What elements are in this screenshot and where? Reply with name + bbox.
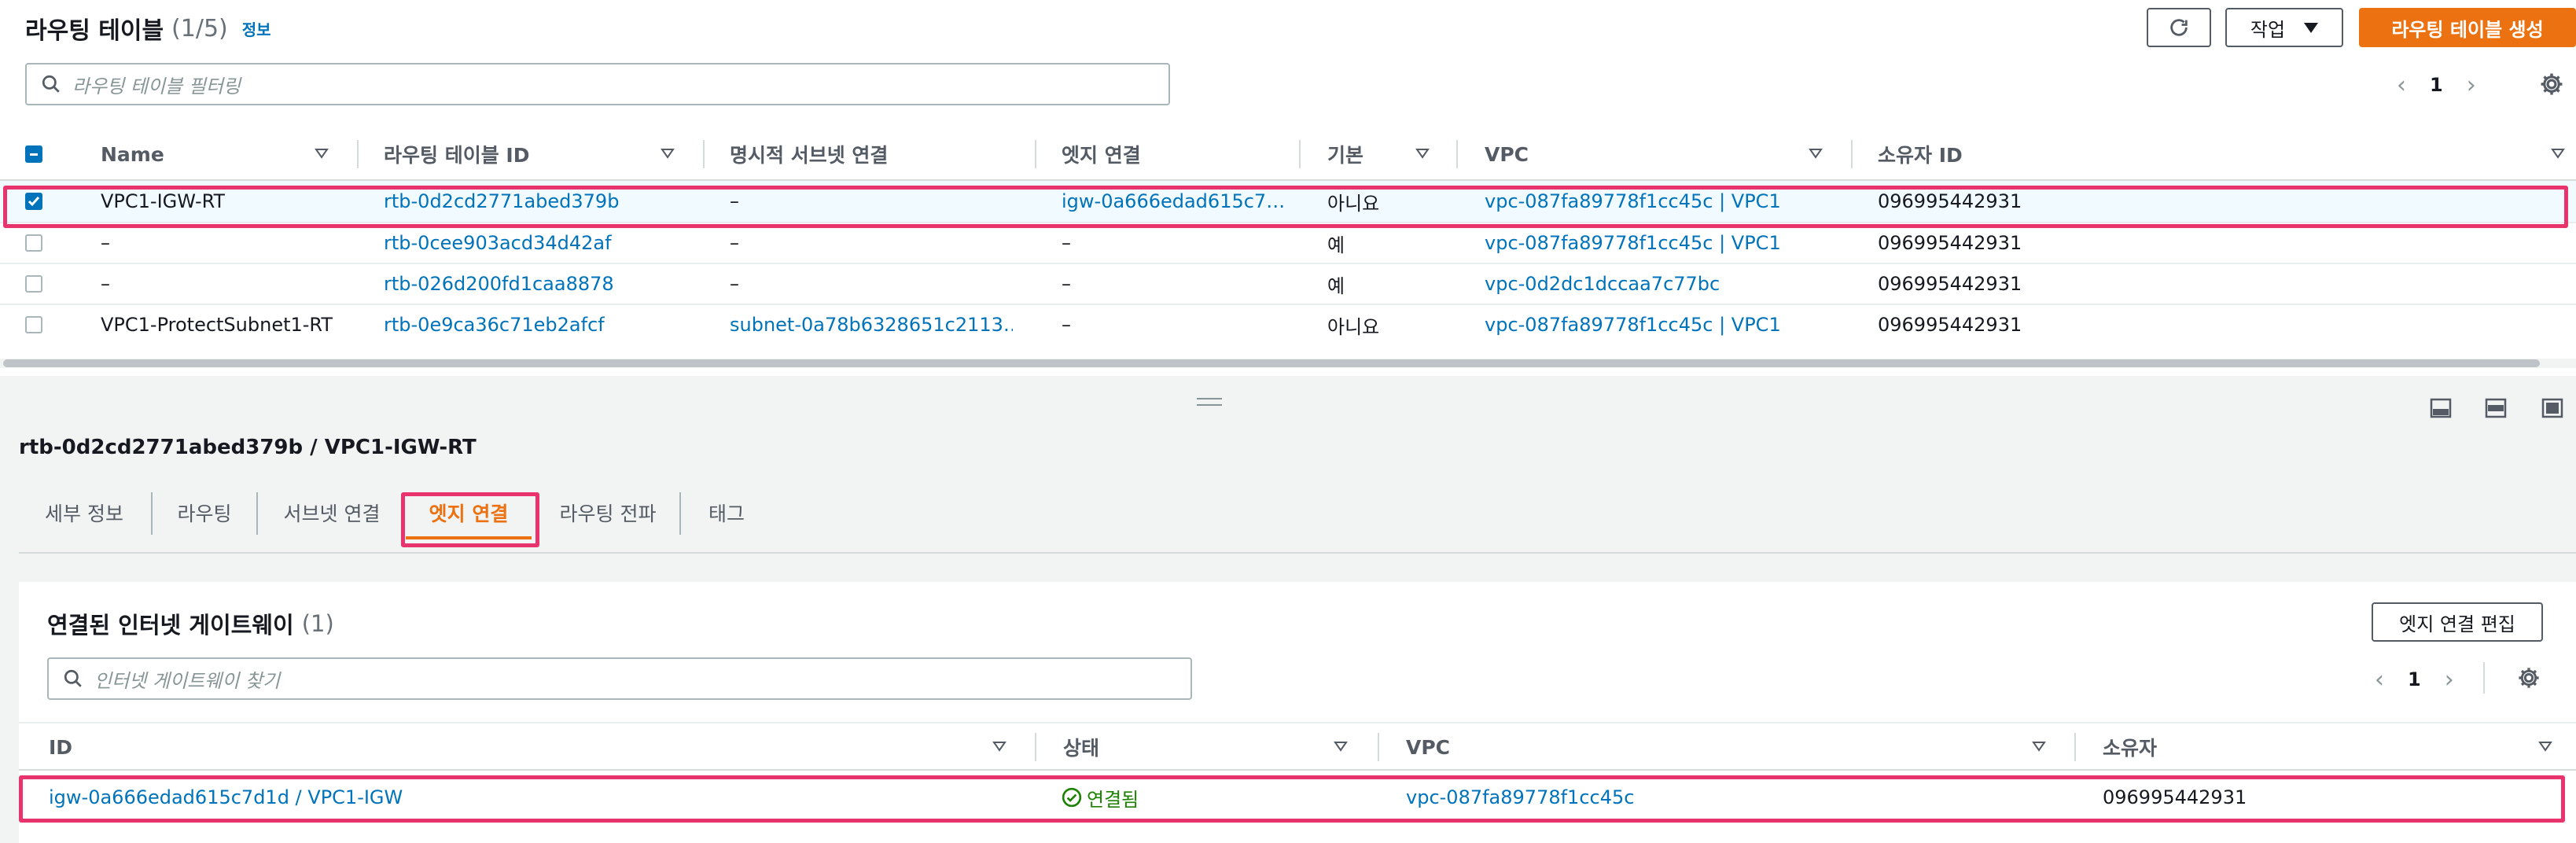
panel-full-icon[interactable]: [2541, 398, 2563, 418]
tab-routes[interactable]: 라우팅: [157, 491, 252, 535]
sort-icon[interactable]: [1415, 148, 1430, 159]
search-icon: [64, 669, 82, 687]
column-header-name[interactable]: Name: [101, 142, 164, 167]
chevron-left-icon[interactable]: ‹: [2397, 72, 2406, 99]
column-header-route-table-id[interactable]: 라우팅 테이블 ID: [384, 142, 529, 167]
chevron-left-icon[interactable]: ‹: [2375, 666, 2384, 694]
edit-edge-associations-button[interactable]: 엣지 연결 편집: [2372, 602, 2543, 642]
page-title-text: 라우팅 테이블: [25, 17, 164, 45]
refresh-button[interactable]: [2147, 8, 2211, 47]
sort-icon[interactable]: [1334, 741, 1348, 752]
sort-icon[interactable]: [992, 741, 1006, 752]
edge-panel-count: (1): [301, 610, 334, 637]
column-header-vpc[interactable]: VPC: [1485, 142, 1529, 167]
settings-gear-icon[interactable]: [2538, 71, 2565, 98]
row-owner: 096995442931: [1878, 232, 2022, 254]
row-main: 예: [1327, 234, 1345, 256]
edge-row-highlight: [19, 775, 2565, 823]
tab-route-propagation[interactable]: 라우팅 전파: [541, 491, 675, 535]
caret-down-icon: [2304, 22, 2319, 33]
refresh-icon: [2170, 19, 2188, 36]
pagination: ‹ 1 ›: [2375, 664, 2454, 695]
row-route-table-id-link[interactable]: rtb-026d200fd1caa8878: [384, 264, 614, 304]
column-header-main[interactable]: 기본: [1327, 142, 1363, 167]
settings-gear-icon[interactable]: [2516, 665, 2541, 690]
row-route-table-id-link[interactable]: rtb-0e9ca36c71eb2afcf: [384, 305, 605, 344]
tab-tags[interactable]: 태그: [690, 491, 763, 535]
sort-icon[interactable]: [1809, 148, 1823, 159]
create-route-table-button[interactable]: 라우팅 테이블 생성: [2359, 8, 2576, 47]
detail-title: rtb-0d2cd2771abed379b / VPC1-IGW-RT: [19, 436, 477, 459]
column-header-owner[interactable]: 소유자: [2103, 734, 2157, 760]
info-link[interactable]: 정보: [242, 17, 271, 40]
row-subnet: –: [730, 273, 739, 295]
sort-icon[interactable]: [315, 148, 329, 159]
page-title: 라우팅 테이블 (1/5) 정보: [25, 11, 271, 46]
route-table-list: Name 라우팅 테이블 ID 명시적 서브넷 연결 엣지 연결 기본 VPC …: [0, 131, 2576, 368]
row-checkbox[interactable]: [25, 234, 42, 252]
table-row[interactable]: VPC1-ProtectSubnet1-RT rtb-0e9ca36c71eb2…: [0, 305, 2576, 344]
row-checkbox[interactable]: [25, 316, 42, 333]
page-number[interactable]: 1: [2408, 668, 2421, 690]
row-vpc-link[interactable]: vpc-0d2dc1dccaa7c77bc: [1485, 264, 1720, 304]
column-header-id[interactable]: ID: [49, 734, 72, 760]
actions-label: 작업: [2250, 18, 2286, 41]
row-name: –: [101, 273, 110, 295]
row-owner: 096995442931: [1878, 314, 2022, 336]
selected-row-highlight: [3, 186, 2568, 228]
active-tab-highlight: [401, 492, 539, 547]
horizontal-scrollbar[interactable]: [0, 359, 2576, 368]
internet-gateway-search[interactable]: 인터넷 게이트웨이 찾기: [47, 657, 1192, 700]
select-all-checkbox[interactable]: [25, 145, 42, 163]
sort-icon[interactable]: [2032, 741, 2046, 752]
row-main: 예: [1327, 274, 1345, 297]
row-main: 아니요: [1327, 315, 1380, 338]
row-owner: 096995442931: [1878, 273, 2022, 295]
search-placeholder: 라우팅 테이블 필터링: [72, 75, 241, 98]
row-edge: –: [1062, 314, 1071, 336]
page-number[interactable]: 1: [2430, 74, 2443, 96]
search-icon: [42, 75, 60, 93]
pagination: ‹ 1 ›: [2397, 69, 2476, 101]
edge-panel-title: 연결된 인터넷 게이트웨이 (1): [47, 607, 334, 640]
tab-details[interactable]: 세부 정보: [25, 491, 143, 535]
column-header-owner[interactable]: 소유자 ID: [1878, 142, 1963, 167]
column-header-status[interactable]: 상태: [1063, 734, 1099, 760]
table-row[interactable]: – rtb-0cee903acd34d42af – – 예 vpc-087fa8…: [0, 223, 2576, 263]
selection-count: (1/5): [171, 14, 228, 42]
column-header-edge[interactable]: 엣지 연결: [1062, 142, 1141, 167]
row-vpc-link[interactable]: vpc-087fa89778f1cc45c | VPC1: [1485, 223, 1781, 263]
row-edge: –: [1062, 273, 1071, 295]
chevron-right-icon[interactable]: ›: [2467, 72, 2476, 99]
sort-icon[interactable]: [2551, 148, 2565, 159]
row-name: VPC1-ProtectSubnet1-RT: [101, 314, 333, 336]
actions-dropdown[interactable]: 작업: [2225, 8, 2343, 47]
chevron-right-icon[interactable]: ›: [2445, 666, 2454, 694]
route-table-filter[interactable]: 라우팅 테이블 필터링: [25, 63, 1170, 105]
sort-icon[interactable]: [661, 148, 675, 159]
scrollbar-thumb[interactable]: [3, 359, 2540, 367]
panel-side-icon[interactable]: [2485, 398, 2507, 418]
row-subnet: –: [730, 232, 739, 254]
row-route-table-id-link[interactable]: rtb-0cee903acd34d42af: [384, 223, 612, 263]
row-vpc-link[interactable]: vpc-087fa89778f1cc45c | VPC1: [1485, 305, 1781, 344]
column-header-explicit-subnet[interactable]: 명시적 서브넷 연결: [730, 142, 888, 167]
resize-handle[interactable]: [1197, 398, 1222, 406]
tab-subnet-associations[interactable]: 서브넷 연결: [267, 491, 396, 535]
row-subnet-link[interactable]: subnet-0a78b6328651c2113…: [730, 305, 1013, 344]
edge-panel-title-text: 연결된 인터넷 게이트웨이: [47, 612, 294, 639]
column-header-vpc[interactable]: VPC: [1406, 734, 1450, 760]
row-edge: –: [1062, 232, 1071, 254]
row-checkbox[interactable]: [25, 275, 42, 293]
row-name: –: [101, 232, 110, 254]
search-placeholder: 인터넷 게이트웨이 찾기: [94, 669, 281, 692]
sort-icon[interactable]: [2538, 741, 2552, 752]
panel-bottom-icon[interactable]: [2430, 398, 2452, 418]
split-panel: rtb-0d2cd2771abed379b / VPC1-IGW-RT 세부 정…: [0, 376, 2576, 843]
table-row[interactable]: – rtb-026d200fd1caa8878 – – 예 vpc-0d2dc1…: [0, 264, 2576, 304]
